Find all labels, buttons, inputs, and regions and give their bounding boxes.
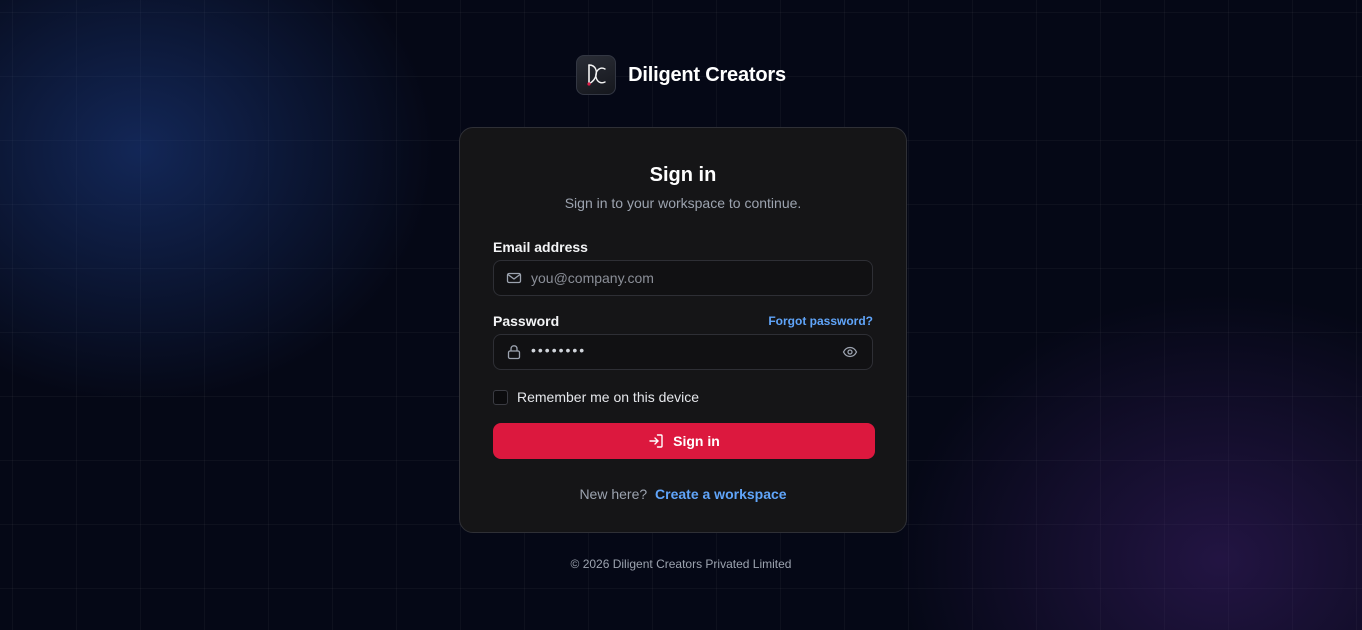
- brand-header: Diligent Creators: [0, 55, 1362, 95]
- lock-icon: [506, 344, 522, 360]
- remember-me-checkbox[interactable]: [493, 389, 508, 405]
- remember-me-row: Remember me on this device: [493, 388, 873, 406]
- dc-monogram-logo: [576, 55, 617, 95]
- signup-row: New here? Create a workspace: [493, 485, 873, 503]
- brand-name: Diligent Creators: [628, 63, 786, 86]
- password-input-wrapper[interactable]: ••••••••: [493, 334, 873, 370]
- email-label: Email address: [493, 239, 588, 255]
- mail-icon: [506, 270, 522, 286]
- create-workspace-link[interactable]: Create a workspace: [655, 486, 787, 502]
- password-label-row: Password Forgot password?: [493, 312, 873, 330]
- password-input[interactable]: ••••••••: [531, 342, 831, 362]
- sign-in-icon: [648, 433, 664, 449]
- password-field-group: Password Forgot password? ••••••••: [493, 312, 873, 370]
- card-title: Sign in: [649, 164, 717, 186]
- remember-me-label[interactable]: Remember me on this device: [517, 389, 699, 405]
- sign-in-button-label: Sign in: [673, 433, 720, 449]
- eye-icon[interactable]: [840, 342, 860, 362]
- sign-in-button[interactable]: Sign in: [493, 423, 875, 459]
- sign-in-card: Sign in Sign in to your workspace to con…: [459, 127, 907, 533]
- email-field-group: Email address: [493, 238, 873, 296]
- footer-copyright: © 2026 Diligent Creators Privated Limite…: [570, 557, 792, 571]
- card-subtitle: Sign in to your workspace to continue.: [564, 195, 802, 211]
- password-label: Password: [493, 313, 560, 329]
- email-label-row: Email address: [493, 238, 873, 256]
- email-input-wrapper[interactable]: [493, 260, 873, 296]
- forgot-password-link[interactable]: Forgot password?: [768, 314, 873, 328]
- email-input[interactable]: [531, 268, 860, 288]
- signup-prompt: New here?: [579, 486, 648, 502]
